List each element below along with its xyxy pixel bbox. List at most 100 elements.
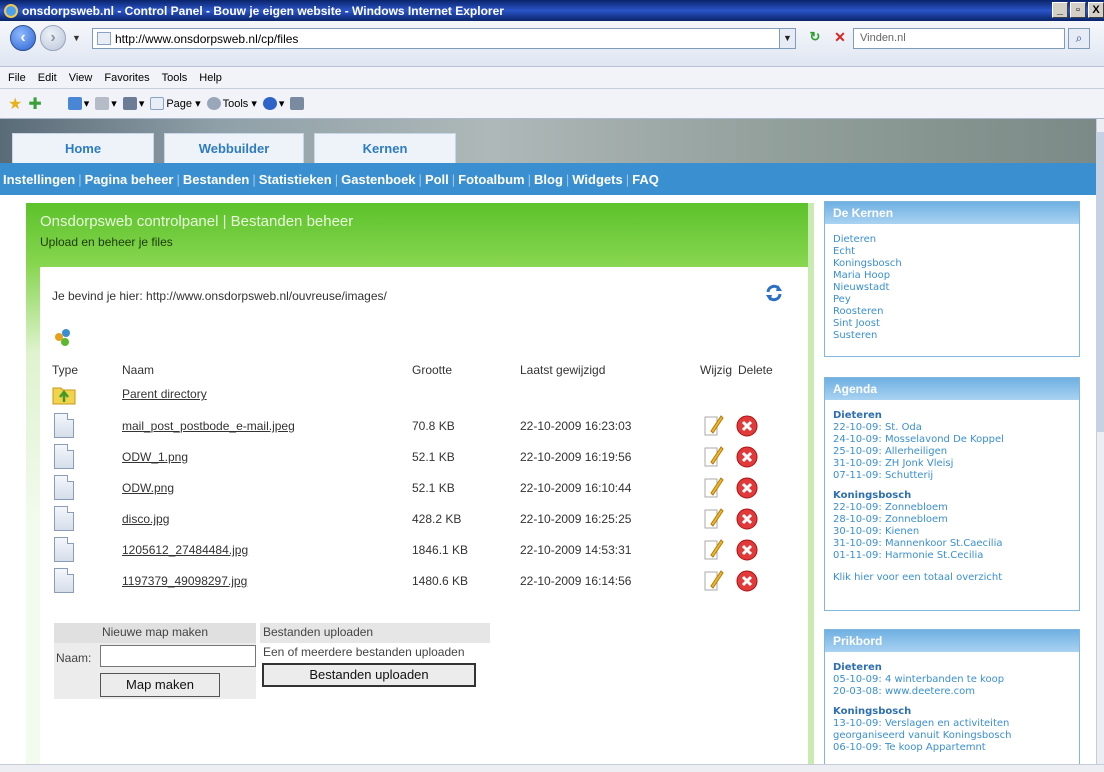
menu-edit[interactable]: Edit (38, 72, 57, 84)
subnav-blog[interactable]: Blog (531, 172, 566, 187)
forward-button[interactable]: › (40, 25, 66, 51)
address-input[interactable]: http://www.onsdorpsweb.nl/cp/files (92, 28, 780, 49)
kernen-link[interactable]: Koningsbosch (833, 258, 1071, 270)
delete-icon[interactable] (736, 415, 758, 437)
subnav-fotoalbum[interactable]: Fotoalbum (455, 172, 527, 187)
agenda-overview-link[interactable]: Klik hier voor een totaal overzicht (833, 572, 1071, 584)
agenda-item[interactable]: 22-10-09: Zonnebloem (833, 502, 1071, 514)
kernen-link[interactable]: Echt (833, 246, 1071, 258)
prikbord-item[interactable]: 05-10-09: 4 winterbanden te koop (833, 674, 1071, 686)
refresh-icon[interactable]: ↻ (805, 29, 825, 48)
prikbord-item[interactable]: georganiseerd vanuit Koningsbosch (833, 730, 1071, 742)
menu-help[interactable]: Help (199, 72, 222, 84)
create-folder-button[interactable]: Map maken (100, 673, 220, 697)
menu-view[interactable]: View (69, 72, 93, 84)
file-size: 1480.6 KB (412, 574, 469, 588)
search-input[interactable]: Vinden.nl (853, 28, 1065, 49)
subnav-pagina-beheer[interactable]: Pagina beheer (82, 172, 177, 187)
prikbord-item[interactable]: 06-10-09: Te koop Appartemnt (833, 742, 1071, 754)
users-icon[interactable] (52, 327, 74, 347)
agenda-item[interactable]: 25-10-09: Allerheiligen (833, 446, 1071, 458)
file-date: 22-10-2009 16:25:25 (520, 512, 632, 526)
parent-directory-row[interactable]: Parent directory (40, 383, 808, 414)
close-button[interactable]: X (1088, 2, 1104, 18)
delete-icon[interactable] (736, 477, 758, 499)
edit-pencil-icon[interactable] (702, 506, 724, 530)
subnav-bestanden[interactable]: Bestanden (180, 172, 252, 187)
delete-icon[interactable] (736, 539, 758, 561)
feeds-button[interactable]: ▾ (95, 97, 117, 110)
menu-favorites[interactable]: Favorites (104, 72, 149, 84)
edit-pencil-icon[interactable] (702, 444, 724, 468)
file-name-link[interactable]: ODW_1.png (122, 450, 188, 464)
agenda-item[interactable]: 31-10-09: Mannenkoor St.Caecilia (833, 538, 1071, 550)
kernen-link[interactable]: Pey (833, 294, 1071, 306)
scrollbar-thumb[interactable] (1096, 132, 1104, 432)
tab-home[interactable]: Home (12, 133, 154, 163)
back-button[interactable]: ‹ (10, 25, 36, 51)
delete-icon[interactable] (736, 570, 758, 592)
prikbord-item[interactable]: 20-03-08: www.deetere.com (833, 686, 1071, 698)
folder-name-input[interactable] (100, 645, 256, 667)
kernen-link[interactable]: Maria Hoop (833, 270, 1071, 282)
agenda-item[interactable]: 28-10-09: Zonnebloem (833, 514, 1071, 526)
header-name[interactable]: Naam (122, 363, 154, 377)
refresh-folder-icon[interactable] (764, 283, 784, 303)
search-icon[interactable]: ⌕ (1068, 28, 1090, 49)
upload-files-button[interactable]: Bestanden uploaden (262, 663, 476, 687)
kernen-link[interactable]: Roosteren (833, 306, 1071, 318)
window-titlebar: onsdorpsweb.nl - Control Panel - Bouw je… (0, 0, 1104, 21)
file-icon (54, 537, 74, 562)
menu-tools[interactable]: Tools (162, 72, 188, 84)
subnav-widgets[interactable]: Widgets (569, 172, 625, 187)
kernen-link[interactable]: Susteren (833, 330, 1071, 342)
maximize-button[interactable]: ▫ (1070, 2, 1086, 18)
parent-directory-link[interactable]: Parent directory (122, 387, 207, 401)
tab-kernen[interactable]: Kernen (314, 133, 456, 163)
add-favorite-icon[interactable]: ✚ (28, 94, 41, 114)
research-button[interactable] (290, 97, 305, 110)
file-name-link[interactable]: ODW.png (122, 481, 174, 495)
file-name-link[interactable]: disco.jpg (122, 512, 169, 526)
subnav-poll[interactable]: Poll (422, 172, 452, 187)
agenda-item[interactable]: 22-10-09: St. Oda (833, 422, 1071, 434)
edit-pencil-icon[interactable] (702, 568, 724, 592)
prikbord-item[interactable]: 13-10-09: Verslagen en activiteiten (833, 718, 1071, 730)
minimize-button[interactable]: _ (1052, 2, 1068, 18)
file-name-link[interactable]: 1205612_27484484.jpg (122, 543, 248, 557)
file-name-link[interactable]: mail_post_postbode_e-mail.jpeg (122, 419, 295, 433)
subnav-statistieken[interactable]: Statistieken (256, 172, 335, 187)
agenda-item[interactable]: 01-11-09: Harmonie St.Cecilia (833, 550, 1071, 562)
agenda-item[interactable]: 24-10-09: Mosselavond De Koppel (833, 434, 1071, 446)
menu-file[interactable]: File (8, 72, 26, 84)
tools-menu-button[interactable]: Tools ▾ (206, 97, 257, 110)
history-dropdown-icon[interactable]: ▼ (72, 33, 81, 43)
page-menu-button[interactable]: Page ▾ (150, 97, 201, 110)
home-button[interactable]: ▾ (67, 97, 89, 110)
delete-icon[interactable] (736, 446, 758, 468)
address-dropdown-icon[interactable]: ▼ (779, 28, 796, 49)
header-modified[interactable]: Laatst gewijzigd (520, 363, 605, 377)
horizontal-scrollbar[interactable] (0, 764, 1104, 772)
edit-pencil-icon[interactable] (702, 537, 724, 561)
favorites-star-icon[interactable]: ★ (8, 94, 22, 114)
help-button[interactable]: ▾ (262, 97, 284, 110)
kernen-link[interactable]: Dieteren (833, 234, 1071, 246)
table-row: mail_post_postbode_e-mail.jpeg 70.8 KB 2… (40, 411, 808, 442)
agenda-item[interactable]: 07-11-09: Schutterij (833, 470, 1071, 482)
agenda-item[interactable]: 31-10-09: ZH Jonk Vleisj (833, 458, 1071, 470)
print-button[interactable]: ▾ (122, 97, 144, 110)
file-name-link[interactable]: 1197379_49098297.jpg (122, 574, 247, 588)
edit-pencil-icon[interactable] (702, 413, 724, 437)
agenda-item[interactable]: 30-10-09: Kienen (833, 526, 1071, 538)
subnav-gastenboek[interactable]: Gastenboek (338, 172, 418, 187)
tab-webbuilder[interactable]: Webbuilder (164, 133, 304, 163)
header-size[interactable]: Grootte (412, 363, 452, 377)
delete-icon[interactable] (736, 508, 758, 530)
subnav-instellingen[interactable]: Instellingen (0, 172, 78, 187)
stop-icon[interactable]: ✕ (830, 29, 850, 48)
subnav-faq[interactable]: FAQ (629, 172, 662, 187)
edit-pencil-icon[interactable] (702, 475, 724, 499)
kernen-link[interactable]: Sint Joost (833, 318, 1071, 330)
kernen-link[interactable]: Nieuwstadt (833, 282, 1071, 294)
